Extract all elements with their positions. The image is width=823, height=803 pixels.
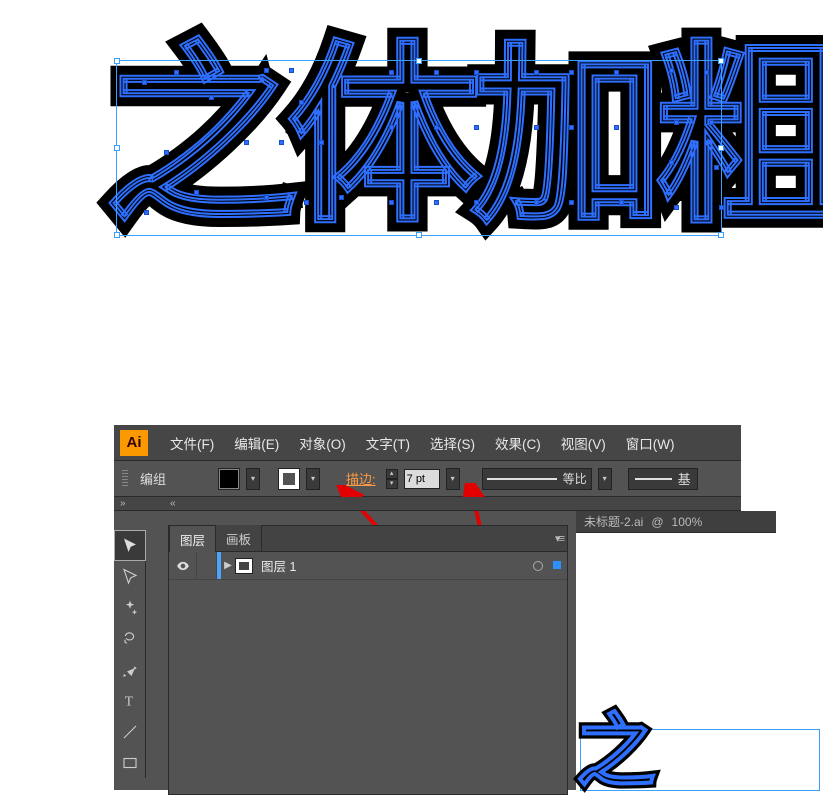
menu-file[interactable]: 文件(F) <box>160 433 224 453</box>
magic-wand-tool[interactable] <box>114 592 146 623</box>
layer-expand-icon[interactable]: ▶ <box>221 560 235 571</box>
menu-type[interactable]: 文字(T) <box>356 433 420 453</box>
workspace-text-path: 之 <box>576 687 656 803</box>
tools-panel: T <box>114 530 146 778</box>
menu-effect[interactable]: 效果(C) <box>485 433 551 453</box>
selection-mode-label: 编组 <box>140 469 166 488</box>
profile-label: 等比 <box>563 470 587 487</box>
line-segment-tool[interactable] <box>114 716 146 747</box>
brush-label: 基 <box>678 469 691 488</box>
stroke-label[interactable]: 描边: <box>346 469 376 488</box>
layer-thumbnail-icon <box>235 558 253 574</box>
pen-tool[interactable] <box>114 654 146 685</box>
menu-object[interactable]: 对象(O) <box>289 433 356 453</box>
illustrator-canvas-top: 之体加粗 之体加粗 <box>114 0 741 425</box>
artboards-tab[interactable]: 画板 <box>216 525 262 551</box>
grip-icon[interactable] <box>122 470 128 488</box>
layer-name[interactable]: 图层 1 <box>261 556 296 575</box>
panel-menu-icon[interactable]: ▾≡ <box>555 532 563 545</box>
direct-selection-tool[interactable] <box>114 561 146 592</box>
lasso-tool[interactable] <box>114 623 146 654</box>
expand-right-icon[interactable]: » <box>120 498 126 509</box>
fill-swatch[interactable] <box>218 468 240 490</box>
menu-view[interactable]: 视图(V) <box>551 433 616 453</box>
menu-bar: Ai 文件(F) 编辑(E) 对象(O) 文字(T) 选择(S) 效果(C) 视… <box>114 425 741 461</box>
stroke-weight-dropdown-icon[interactable]: ▾ <box>446 468 460 490</box>
layer-row[interactable]: ▶ 图层 1 <box>169 552 567 580</box>
target-icon[interactable] <box>533 561 543 571</box>
layers-panel: 图层 画板 ▾≡ ▶ 图层 1 <box>168 525 568 795</box>
layers-panel-tabs: 图层 画板 ▾≡ <box>169 526 567 552</box>
type-tool[interactable]: T <box>114 685 146 716</box>
menu-select[interactable]: 选择(S) <box>420 433 485 453</box>
document-tab-at: @ <box>651 515 663 529</box>
control-bar: 编组 ▾ ▾ 描边: ▴▾ ▾ 等比 ▾ 基 <box>114 461 741 497</box>
profile-line-icon <box>487 478 557 480</box>
menu-edit[interactable]: 编辑(E) <box>224 433 289 453</box>
collapse-left-icon[interactable]: « <box>170 498 176 509</box>
panel-collapse-strip: » « <box>114 497 741 511</box>
document-zoom: 100% <box>672 515 703 529</box>
document-tab-bar: 未标题-2.ai @ 100% <box>576 511 776 533</box>
canvas-workspace[interactable]: 之 之 <box>576 533 776 793</box>
profile-dropdown-icon[interactable]: ▾ <box>598 468 612 490</box>
stroke-weight-spinner[interactable]: ▴▾ <box>386 469 398 489</box>
rectangle-tool[interactable] <box>114 747 146 778</box>
brush-definition-dropdown[interactable]: 基 <box>628 468 698 490</box>
illustrator-window: Ai 文件(F) 编辑(E) 对象(O) 文字(T) 选择(S) 效果(C) 视… <box>114 425 741 790</box>
selection-indicator-icon[interactable] <box>553 561 561 569</box>
document-tab-name[interactable]: 未标题-2.ai <box>584 513 643 530</box>
selection-tool[interactable] <box>114 530 146 561</box>
visibility-toggle-icon[interactable] <box>169 552 197 580</box>
menu-window[interactable]: 窗口(W) <box>616 433 685 453</box>
app-logo-icon: Ai <box>120 430 148 456</box>
brush-line-icon <box>635 478 672 480</box>
stroke-weight-input[interactable] <box>404 469 440 489</box>
stroke-dropdown-icon[interactable]: ▾ <box>306 468 320 490</box>
svg-text:T: T <box>125 693 134 708</box>
layers-tab[interactable]: 图层 <box>169 525 216 552</box>
stroke-swatch[interactable] <box>278 468 300 490</box>
lock-toggle[interactable] <box>197 552 217 580</box>
selection-bounding-box[interactable] <box>116 60 722 236</box>
variable-width-profile-dropdown[interactable]: 等比 <box>482 468 592 490</box>
fill-dropdown-icon[interactable]: ▾ <box>246 468 260 490</box>
